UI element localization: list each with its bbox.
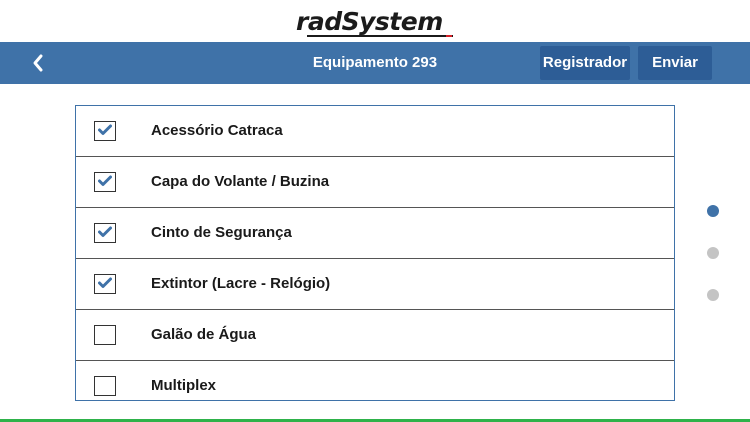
- checklist-item-label: Capa do Volante / Buzina: [151, 173, 330, 190]
- checklist-item-label: Acessório Catraca: [151, 122, 283, 139]
- logo-text-system: System: [341, 7, 444, 36]
- register-button[interactable]: Registrador: [540, 46, 630, 80]
- logo-text-rad: rad: [296, 7, 342, 36]
- check-icon: [98, 277, 112, 288]
- chevron-left-icon: [33, 54, 43, 72]
- page-indicator-dot[interactable]: [707, 247, 719, 259]
- checklist-item-label: Galão de Água: [151, 326, 257, 343]
- check-icon: [98, 226, 112, 237]
- checklist-item[interactable]: Multiplex: [76, 361, 674, 400]
- checklist-item[interactable]: Galão de Água: [76, 310, 674, 361]
- checklist: Acessório Catraca Capa do Volante / Buzi…: [75, 105, 675, 401]
- checklist-item[interactable]: Extintor (Lacre - Relógio): [76, 259, 674, 310]
- checkbox[interactable]: [94, 376, 116, 396]
- page-title: Equipamento 293: [312, 54, 438, 71]
- checklist-item-label: Multiplex: [151, 377, 217, 394]
- checkbox[interactable]: [94, 121, 116, 141]
- send-button[interactable]: Enviar: [638, 46, 712, 80]
- logo-bar: radSystem: [0, 0, 750, 42]
- header-bar: Equipamento 293 Registrador Enviar: [0, 42, 750, 84]
- logo-red-accent: [446, 35, 452, 37]
- checkbox[interactable]: [94, 172, 116, 192]
- checkbox[interactable]: [94, 223, 116, 243]
- radsystem-logo: radSystem: [296, 6, 443, 38]
- page-indicator-dot[interactable]: [707, 289, 719, 301]
- checklist-item[interactable]: Cinto de Segurança: [76, 208, 674, 259]
- check-icon: [98, 124, 112, 135]
- back-button[interactable]: [26, 51, 50, 75]
- page-indicator-dot-active[interactable]: [707, 205, 719, 217]
- checklist-item[interactable]: Capa do Volante / Buzina: [76, 157, 674, 208]
- checkbox[interactable]: [94, 274, 116, 294]
- check-icon: [98, 175, 112, 186]
- checklist-item[interactable]: Acessório Catraca: [76, 106, 674, 157]
- logo-underline: [307, 35, 453, 37]
- checkbox[interactable]: [94, 325, 116, 345]
- checklist-item-label: Cinto de Segurança: [151, 224, 292, 241]
- checklist-item-label: Extintor (Lacre - Relógio): [151, 275, 331, 292]
